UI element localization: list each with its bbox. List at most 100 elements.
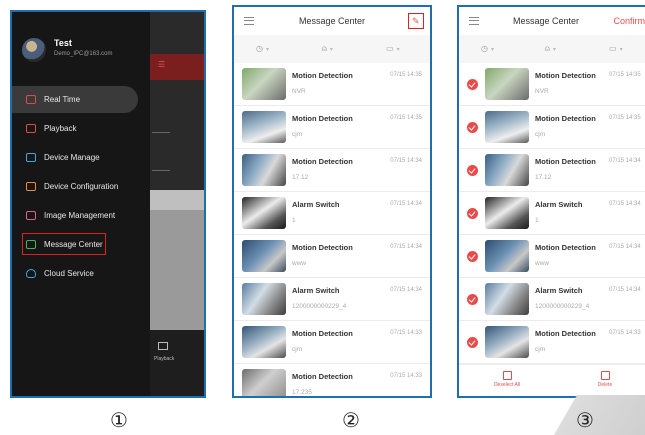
confirm-button[interactable]: Confirm bbox=[613, 16, 645, 26]
checkbox-checked[interactable] bbox=[467, 165, 478, 176]
device-filter[interactable]: ▭ ▾ bbox=[609, 44, 623, 53]
list-item[interactable]: Motion Detection cjm 07/15 14:33 bbox=[459, 321, 645, 364]
device-name: www bbox=[535, 260, 550, 267]
message-title: Motion Detection bbox=[292, 71, 353, 80]
type-filter[interactable]: ⍝ ▾ bbox=[322, 44, 333, 54]
device-name: 1 bbox=[292, 217, 296, 224]
snapshot-thumbnail bbox=[242, 326, 286, 358]
list-item[interactable]: Motion Detection 17.235 07/15 14:33 bbox=[234, 364, 430, 396]
checkbox-checked[interactable] bbox=[467, 208, 478, 219]
snapshot-thumbnail bbox=[242, 68, 286, 100]
snapshot-thumbnail bbox=[242, 283, 286, 315]
list-item[interactable]: Motion Detection 17.12 07/15 14:34 bbox=[459, 149, 645, 192]
step-label-3: ③ bbox=[576, 408, 594, 432]
snapshot-thumbnail bbox=[485, 197, 529, 229]
snapshot-thumbnail bbox=[242, 111, 286, 143]
menu-item-playback[interactable]: Playback bbox=[12, 115, 152, 142]
message-title: Alarm Switch bbox=[535, 286, 583, 295]
list-item[interactable]: Alarm Switch 1200000000229_4 07/15 14:34 bbox=[459, 278, 645, 321]
page-title: Message Center bbox=[298, 16, 366, 26]
snapshot-thumbnail bbox=[242, 154, 286, 186]
list-item[interactable]: Motion Detection cjm 07/15 14:35 bbox=[459, 106, 645, 149]
camera-icon: ▭ bbox=[386, 44, 394, 53]
avatar[interactable] bbox=[22, 38, 46, 62]
menu-item-real-time[interactable]: Real Time bbox=[12, 86, 138, 113]
snapshot-thumbnail bbox=[485, 326, 529, 358]
chevron-down-icon: ▾ bbox=[552, 47, 556, 53]
device-filter[interactable]: ▭ ▾ bbox=[386, 44, 400, 53]
time-filter[interactable]: ◷ ▾ bbox=[256, 44, 269, 53]
timestamp: 07/15 14:35 bbox=[390, 115, 422, 121]
checkbox-checked[interactable] bbox=[467, 294, 478, 305]
chevron-down-icon: ▾ bbox=[490, 47, 494, 53]
checkbox-checked[interactable] bbox=[467, 79, 478, 90]
background-menu-icon: ☰ bbox=[158, 60, 166, 69]
message-list: Motion Detection NVR 07/15 14:35 Motion … bbox=[459, 63, 645, 364]
timestamp: 07/15 14:33 bbox=[609, 330, 641, 336]
device-name: cjm bbox=[292, 131, 303, 138]
highlight-box bbox=[22, 233, 106, 255]
list-item[interactable]: Motion Detection cjm 07/15 14:35 bbox=[234, 106, 430, 149]
message-title: Motion Detection bbox=[292, 329, 353, 338]
snapshot-thumbnail bbox=[242, 369, 286, 396]
device-name: NVR bbox=[535, 88, 549, 95]
checkbox-checked[interactable] bbox=[467, 122, 478, 133]
playback-tab-label: Playback bbox=[154, 356, 175, 362]
list-item[interactable]: Motion Detection www 07/15 14:34 bbox=[459, 235, 645, 278]
background-toolbar bbox=[150, 190, 204, 210]
header: Message Center ✎ bbox=[234, 7, 430, 35]
list-item[interactable]: Alarm Switch 1 07/15 14:34 bbox=[234, 192, 430, 235]
timestamp: 07/15 14:34 bbox=[609, 287, 641, 293]
list-item[interactable]: Motion Detection NVR 07/15 14:35 bbox=[459, 63, 645, 106]
deselect-all-button[interactable]: Deselect All bbox=[487, 371, 527, 388]
background-red-bar: ☰ bbox=[150, 54, 204, 80]
chevron-down-icon: ▾ bbox=[329, 47, 333, 53]
menu-item-label: Cloud Service bbox=[44, 269, 94, 278]
list-item[interactable]: Motion Detection www 07/15 14:34 bbox=[234, 235, 430, 278]
menu-item-label: Device Configuration bbox=[44, 182, 119, 191]
background-tabbar: Playback bbox=[150, 330, 204, 396]
list-item[interactable]: Motion Detection NVR 07/15 14:35 bbox=[234, 63, 430, 106]
image-icon bbox=[26, 211, 36, 220]
list-item[interactable]: Motion Detection cjm 07/15 14:33 bbox=[234, 321, 430, 364]
type-filter[interactable]: ⍝ ▾ bbox=[545, 44, 556, 54]
menu-item-message-center[interactable]: Message Center bbox=[12, 231, 152, 258]
menu-item-image-management[interactable]: Image Management bbox=[12, 202, 152, 229]
device-name: NVR bbox=[292, 88, 306, 95]
checkbox-checked[interactable] bbox=[467, 251, 478, 262]
device-name: 1200000000229_4 bbox=[292, 303, 347, 310]
user-email: Demo_IPC@163.com bbox=[54, 51, 113, 57]
delete-button[interactable]: Delete bbox=[585, 371, 625, 388]
timestamp: 07/15 14:34 bbox=[390, 201, 422, 207]
user-profile[interactable]: Test Demo_IPC@163.com bbox=[22, 36, 152, 66]
message-edit-panel: Message Center Confirm ◷ ▾ ⍝ ▾ ▭ ▾ Motion D… bbox=[457, 5, 645, 398]
list-item[interactable]: Alarm Switch 1200000000229_4 07/15 14:34 bbox=[234, 278, 430, 321]
device-name: cjm bbox=[535, 346, 546, 353]
menu-item-label: Real Time bbox=[44, 95, 81, 104]
checkbox-checked[interactable] bbox=[467, 337, 478, 348]
cloud-icon bbox=[26, 269, 36, 278]
timestamp: 07/15 14:33 bbox=[390, 373, 422, 379]
chevron-down-icon: ▾ bbox=[265, 47, 269, 53]
menu-item-device-configuration[interactable]: Device Configuration bbox=[12, 173, 152, 200]
list-item[interactable]: Alarm Switch 1 07/15 14:34 bbox=[459, 192, 645, 235]
menu-item-device-manage[interactable]: Device Manage bbox=[12, 144, 152, 171]
message-title: Motion Detection bbox=[292, 114, 353, 123]
message-title: Alarm Switch bbox=[292, 286, 340, 295]
filter-bar: ◷ ▾ ⍝ ▾ ▭ ▾ bbox=[234, 35, 430, 63]
bell-icon: ⍝ bbox=[545, 44, 550, 53]
message-title: Motion Detection bbox=[292, 157, 353, 166]
film-icon bbox=[26, 124, 36, 133]
list-item[interactable]: Motion Detection 17.12 07/15 14:34 bbox=[234, 149, 430, 192]
tutorial-figure: ☰ Playback Test Demo_IPC@163.com Real Ti… bbox=[0, 0, 645, 435]
snapshot-thumbnail bbox=[485, 154, 529, 186]
drawer-menu: Real Time Playback Device Manage Device … bbox=[12, 86, 152, 289]
timestamp: 07/15 14:35 bbox=[390, 72, 422, 78]
side-drawer-panel: ☰ Playback Test Demo_IPC@163.com Real Ti… bbox=[10, 10, 206, 398]
edit-button[interactable]: ✎ bbox=[408, 13, 424, 29]
menu-item-cloud-service[interactable]: Cloud Service bbox=[12, 260, 152, 287]
clock-icon: ◷ bbox=[481, 44, 488, 53]
trash-icon bbox=[600, 371, 610, 380]
time-filter[interactable]: ◷ ▾ bbox=[481, 44, 494, 53]
user-name: Test bbox=[54, 38, 72, 48]
